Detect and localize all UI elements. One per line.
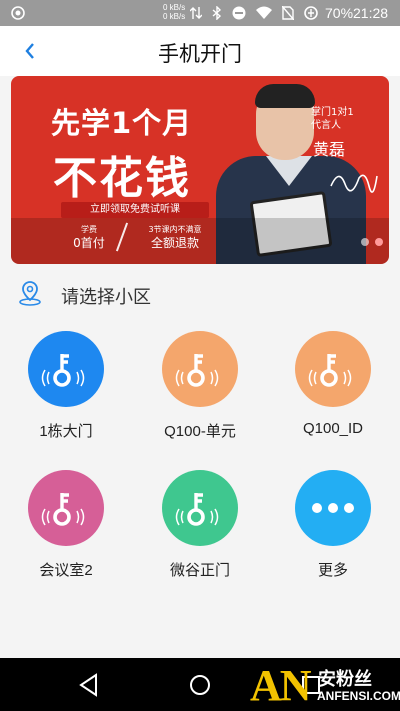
key-icon: [175, 493, 219, 526]
banner-person-hair: [255, 84, 315, 108]
battery-level: 70%: [325, 5, 354, 21]
more-doors-item[interactable]: 更多: [273, 464, 393, 594]
door-label: Q100_ID: [302, 420, 364, 437]
watermark-an: AN: [250, 661, 312, 710]
data-saver-icon: [304, 6, 318, 20]
door-label: 1栋大门: [39, 423, 93, 440]
banner-endorser-name: 黄磊: [313, 140, 346, 159]
more-icon: [312, 503, 354, 513]
bluetooth-icon: [212, 6, 222, 20]
banner-fee-value: 0首付: [73, 236, 105, 250]
banner-tag: 掌门1对1 代言人: [311, 107, 354, 131]
banner-headline-2: 不花钱: [53, 153, 191, 204]
door-item[interactable]: Q100_ID: [273, 325, 393, 455]
speed-up: 0 kB/s: [163, 3, 186, 12]
door-label: 会议室2: [39, 562, 93, 579]
banner-cta: 立即领取免费试听课: [61, 202, 209, 218]
watermark-en: ANFENSI.COM: [317, 689, 400, 703]
do-not-disturb-icon: [232, 6, 246, 20]
nav-home-icon[interactable]: [187, 672, 213, 698]
nav-back-icon[interactable]: [76, 672, 102, 698]
banner-refund-value: 全额退款: [150, 236, 199, 250]
door-icon-circle: [162, 470, 238, 546]
watermark-logo: AN 安粉丝 ANFENSI.COM: [244, 660, 400, 711]
door-item[interactable]: 会议室2: [6, 464, 126, 594]
door-label: Q100-单元: [164, 423, 236, 440]
community-label: 请选择小区: [61, 287, 151, 308]
door-icon-circle: [28, 331, 104, 407]
network-speed: 0 kB/s 0 kB/s: [163, 3, 185, 21]
key-icon: [308, 354, 352, 387]
signature-icon: [330, 174, 378, 193]
community-selector[interactable]: 请选择小区: [0, 270, 400, 316]
no-sim-icon: [282, 6, 294, 20]
status-icons: [190, 6, 318, 20]
carousel-dots: [361, 238, 383, 246]
key-icon: [41, 493, 85, 526]
status-bar: 0 kB/s 0 kB/s 70% 21:28: [0, 0, 400, 26]
door-label: 微谷正门: [169, 562, 230, 579]
door-item[interactable]: 微谷正门: [140, 464, 260, 594]
carousel-dot-active[interactable]: [375, 238, 383, 246]
wifi-icon: [256, 6, 272, 19]
door-item[interactable]: Q100-单元: [140, 325, 260, 455]
more-label: 更多: [317, 562, 348, 579]
speed-down: 0 kB/s: [163, 12, 186, 21]
banner-headline-1: 先学1个月: [51, 106, 193, 140]
promo-banner[interactable]: 先学1个月 不花钱 立即领取免费试听课 学费 0首付 3节课内不满意 全额退款 …: [11, 76, 389, 264]
watermark-cn: 安粉丝: [318, 669, 372, 690]
door-icon-circle: [162, 331, 238, 407]
page-title: 手机开门: [158, 42, 242, 66]
key-icon: [175, 354, 219, 387]
location-pin-icon: [19, 281, 41, 306]
app-header: 手机开门: [0, 26, 400, 76]
door-icon-circle: [28, 470, 104, 546]
clock: 21:28: [353, 5, 389, 21]
notification-icon: [11, 6, 25, 20]
door-icon-circle: [295, 331, 371, 407]
key-icon: [41, 354, 85, 387]
data-transfer-icon: [190, 7, 202, 19]
door-item[interactable]: 1栋大门: [6, 325, 126, 455]
more-icon-circle: [295, 470, 371, 546]
carousel-dot[interactable]: [361, 238, 369, 246]
